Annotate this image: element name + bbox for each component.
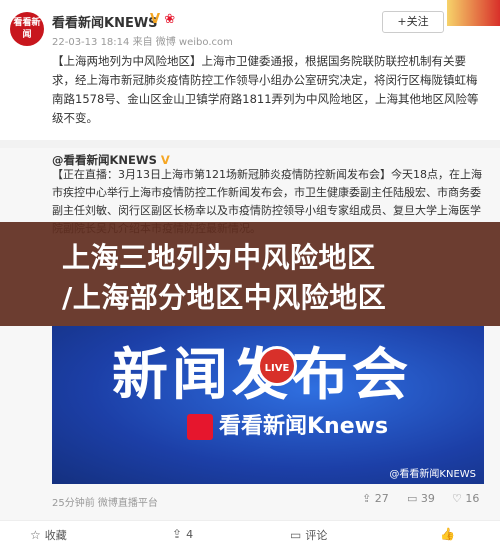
divider: [0, 140, 500, 148]
star-icon: ☆: [30, 528, 41, 542]
post-meta: 22-03-13 18:14 来自 微博 weibo.com: [52, 37, 233, 48]
repost-comment-button[interactable]: ▭ 39: [407, 492, 435, 505]
forward-icon: ⇪: [172, 527, 183, 541]
follow-button[interactable]: +关注: [382, 11, 444, 33]
comment-icon: ▭: [290, 528, 302, 542]
favorite-button[interactable]: ☆ 收藏: [30, 527, 67, 543]
verified-badge-icon: V ❀: [150, 12, 176, 27]
headline-line-1: 上海三地列为中风险地区: [62, 241, 376, 274]
video-logo: 看看新闻Knews: [187, 408, 388, 440]
weibo-post: 看看新闻 看看新闻KNEWS V ❀ 22-03-13 18:14 来自 微博 …: [0, 0, 500, 140]
live-icon: LIVE: [257, 346, 297, 386]
knews-logo-icon: [187, 414, 213, 440]
bottom-action-bar: ☆ 收藏 ⇪ 4 ▭ 评论 👍: [0, 520, 500, 548]
author-name[interactable]: 看看新闻KNEWS: [52, 12, 158, 31]
author-avatar[interactable]: 看看新闻: [10, 12, 44, 46]
video-watermark: @看看新闻KNEWS: [389, 469, 476, 480]
headline-line-2: /上海部分地区中风险地区: [62, 281, 387, 314]
post-text: 【上海两地列为中风险地区】上海市卫健委通报，根据国务院联防联控机制有关要求，经上…: [52, 54, 479, 125]
like-button[interactable]: 👍: [440, 527, 459, 541]
repost-time-source: 25分钟前 微博直播平台: [52, 498, 158, 509]
comment-button[interactable]: ▭ 评论: [290, 527, 327, 543]
thumbs-up-icon: 👍: [440, 527, 455, 541]
top-banner-decoration: [447, 0, 500, 26]
repost-footer: 25分钟前 微博直播平台 ⇪ 27 ▭ 39 ♡ 16: [52, 490, 490, 510]
headline-overlay: 上海三地列为中风险地区 /上海部分地区中风险地区: [0, 222, 500, 326]
live-video-thumbnail[interactable]: 新闻发布会 LIVE 看看新闻Knews @看看新闻KNEWS: [52, 326, 484, 484]
forward-button[interactable]: ⇪ 4: [172, 527, 193, 541]
repost-forward-button[interactable]: ⇪ 27: [362, 492, 389, 505]
verified-icon: V: [160, 153, 170, 167]
repost-like-button[interactable]: ♡ 16: [452, 492, 479, 505]
